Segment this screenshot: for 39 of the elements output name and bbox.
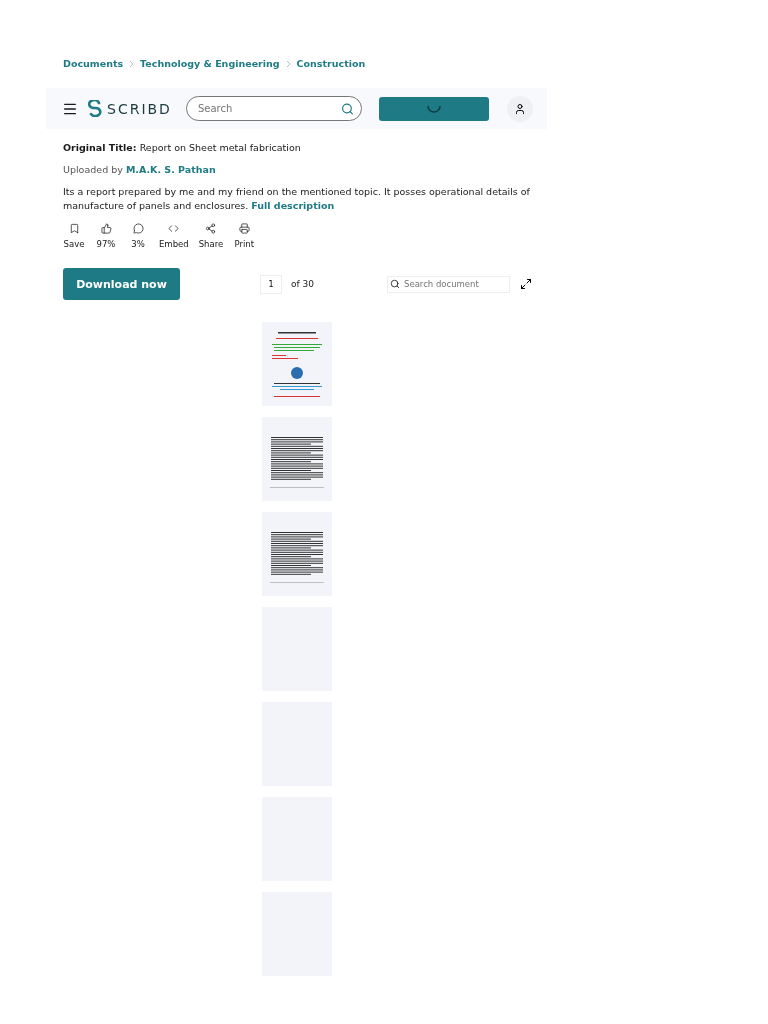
fullscreen-button[interactable] bbox=[520, 278, 532, 290]
save-button[interactable]: Save bbox=[63, 223, 85, 249]
person-icon bbox=[514, 102, 526, 115]
share-icon bbox=[205, 223, 217, 234]
author-link[interactable]: M.A.K. S. Pathan bbox=[125, 164, 216, 175]
chevron-icon bbox=[129, 59, 135, 68]
loading-button[interactable] bbox=[378, 96, 489, 121]
dislike-button[interactable]: 3% bbox=[127, 223, 149, 249]
search-field[interactable]: Search bbox=[185, 96, 362, 121]
page-number-field[interactable]: 1 bbox=[260, 274, 282, 294]
share-button[interactable]: Share bbox=[198, 223, 224, 249]
account-button[interactable] bbox=[507, 95, 533, 122]
embed-button[interactable]: Embed bbox=[159, 223, 189, 249]
description: Its a report prepared by me and my friend on the mentioned topic. It posses operational details of manufacture of panels and enclosures. Full description bbox=[63, 185, 531, 213]
print-button[interactable]: Print bbox=[233, 223, 256, 249]
full-description-link[interactable]: Full description bbox=[251, 200, 335, 211]
breadcrumb-link[interactable]: Technology & Engineering bbox=[140, 58, 280, 69]
printer-icon bbox=[238, 223, 250, 234]
code-icon bbox=[168, 223, 180, 234]
document-search-field[interactable]: Search document bbox=[387, 275, 510, 293]
chevron-icon bbox=[285, 59, 291, 68]
page-thumbnail[interactable] bbox=[262, 417, 332, 501]
page-thumbnail[interactable] bbox=[262, 512, 332, 596]
search-icon bbox=[390, 279, 400, 289]
download-button[interactable]: Download now bbox=[63, 268, 180, 300]
thumbs-up-icon bbox=[100, 223, 112, 234]
expand-icon bbox=[520, 278, 532, 290]
logo-icon bbox=[88, 100, 102, 117]
bookmark-icon bbox=[68, 223, 80, 234]
speech-bubble-icon bbox=[132, 223, 144, 234]
page-count: of 30 bbox=[291, 279, 314, 289]
like-button[interactable]: 97% bbox=[95, 223, 117, 249]
page-thumbnail[interactable] bbox=[262, 322, 332, 406]
breadcrumb-link[interactable]: Construction bbox=[296, 58, 366, 69]
logo-text: SCRIBD bbox=[107, 100, 172, 117]
breadcrumb-link[interactable]: Documents bbox=[63, 58, 124, 69]
search-icon bbox=[340, 102, 354, 115]
original-title: Original Title: Report on Sheet metal fabrication bbox=[63, 142, 301, 153]
uploaded-by-label: Uploaded by bbox=[63, 164, 123, 175]
